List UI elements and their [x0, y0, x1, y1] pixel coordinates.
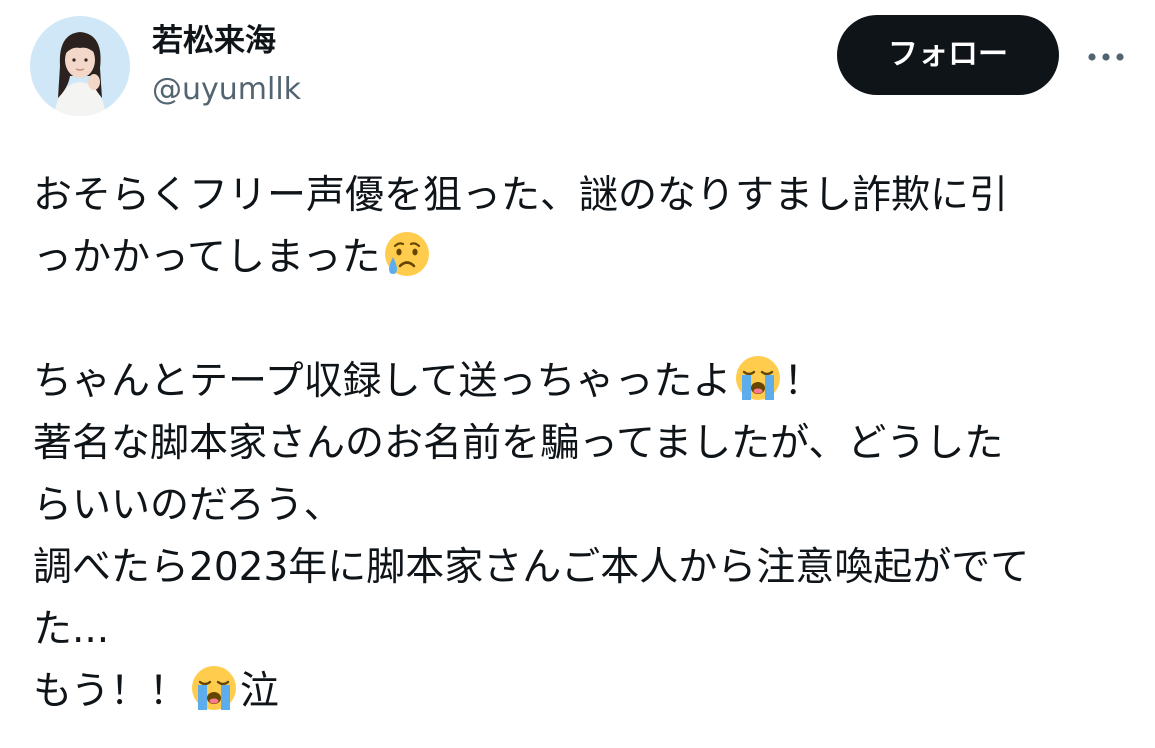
- tweet-line-text: らいいのだろう、: [33, 483, 343, 528]
- tweet-line: ちゃんとテープ収録して送っちゃったよ ！: [33, 351, 1133, 413]
- tweet-line-text: おそらくフリー声優を狙った、謎のなりすまし詐欺に引: [33, 173, 1009, 218]
- avatar[interactable]: [30, 16, 130, 116]
- loudly-crying-face-emoji: [189, 663, 239, 713]
- tweet-line-text: ちゃんとテープ収録して送っちゃったよ: [33, 359, 732, 404]
- tweet-card: 若松来海 @uyumllk フォロー おそらくフリー声優を狙った、謎のなりすまし…: [0, 0, 1155, 748]
- tweet-line: おそらくフリー声優を狙った、謎のなりすまし詐欺に引: [33, 165, 1133, 227]
- tweet-line-text: 調べたら2023年に脚本家さんご本人から注意喚起がでて: [33, 545, 1030, 590]
- tweet-line-text: 著名な脚本家さんのお名前を騙ってましたが、どうした: [33, 421, 1004, 466]
- tweet-line: っかかってしまった: [33, 227, 1133, 289]
- more-options-button[interactable]: [1081, 40, 1131, 74]
- tweet-line: [33, 289, 1133, 351]
- tweet-line-text: もう！！: [33, 669, 188, 714]
- tweet-line-text: っかかってしまった: [33, 235, 381, 280]
- loudly-crying-face-emoji: [733, 353, 783, 403]
- tweet-line: た...: [33, 599, 1133, 661]
- avatar-photo: [30, 16, 130, 116]
- crying-face-emoji: [382, 229, 432, 279]
- user-handle[interactable]: @uyumllk: [152, 71, 301, 109]
- tweet-line-suffix: 泣: [239, 669, 279, 714]
- more-horizontal-icon: [1088, 53, 1124, 61]
- tweet-line: 調べたら2023年に脚本家さんご本人から注意喚起がでて: [33, 537, 1133, 599]
- tweet-line: もう！！ 泣: [33, 661, 1133, 723]
- tweet-line-text: た...: [33, 607, 110, 652]
- tweet-line: 著名な脚本家さんのお名前を騙ってましたが、どうした: [33, 413, 1133, 475]
- tweet-line-suffix: ！: [783, 359, 823, 404]
- tweet-line: らいいのだろう、: [33, 475, 1133, 537]
- follow-button[interactable]: フォロー: [837, 15, 1059, 95]
- tweet-text: おそらくフリー声優を狙った、謎のなりすまし詐欺に引 っかかってしまった ちゃんと…: [33, 165, 1133, 723]
- display-name[interactable]: 若松来海: [152, 22, 276, 60]
